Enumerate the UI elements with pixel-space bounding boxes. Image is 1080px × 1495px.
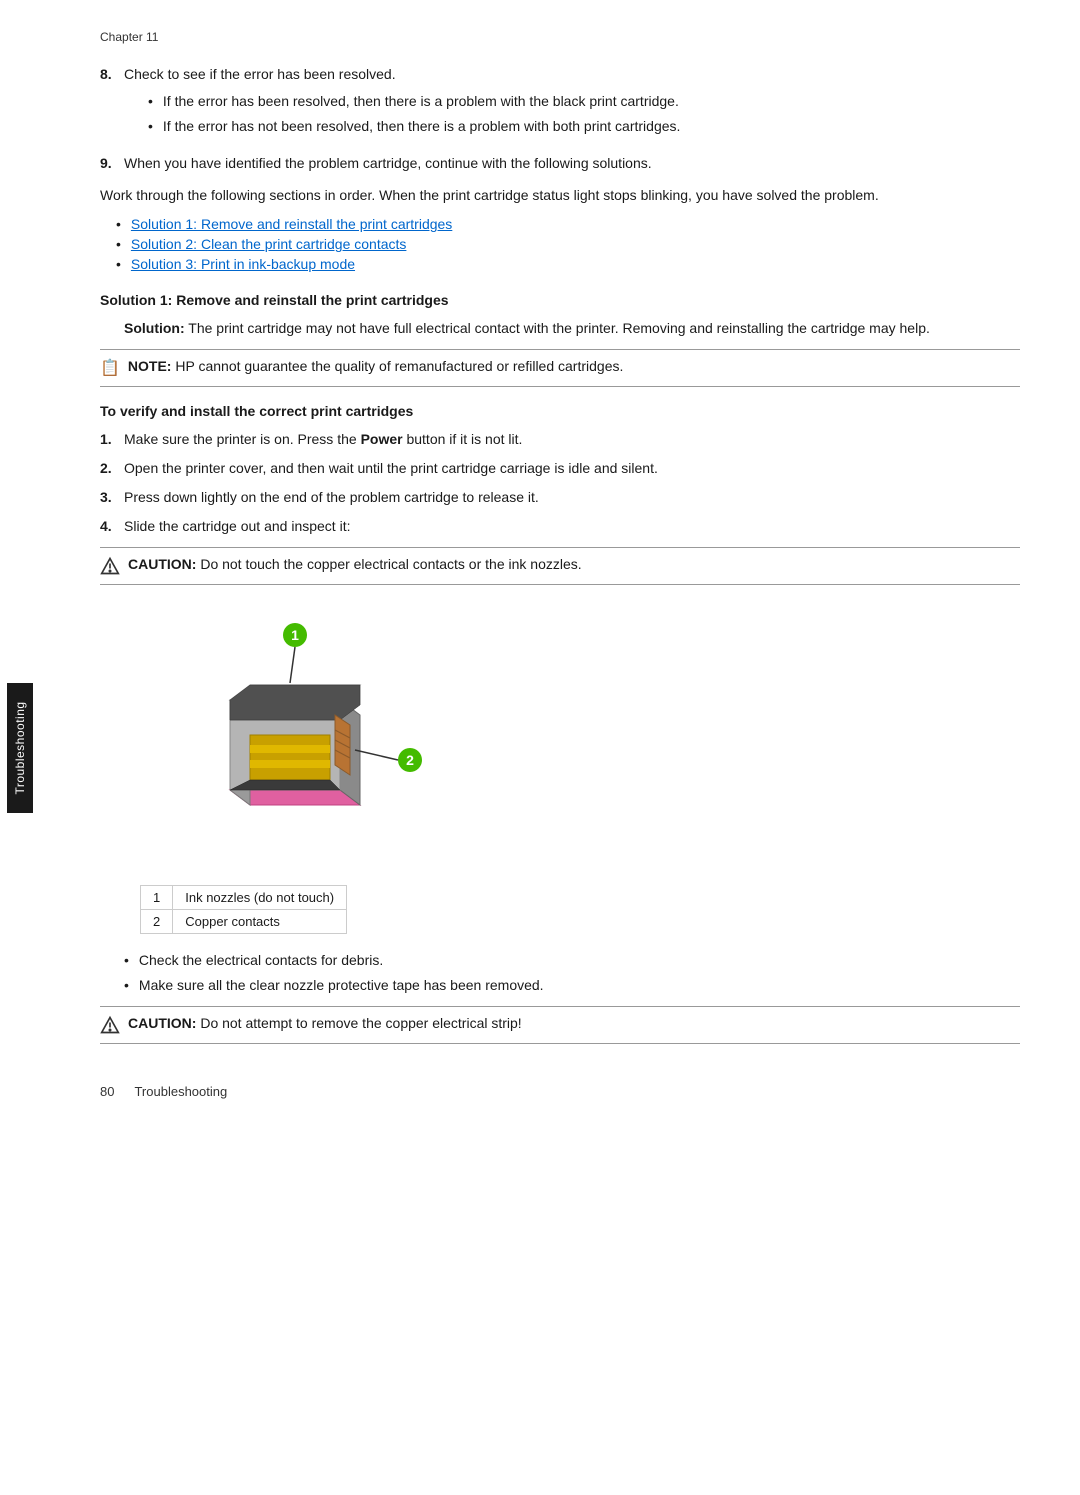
caution-1-text: Do not touch the copper electrical conta… [196, 556, 581, 572]
parts-num-2: 2 [141, 910, 173, 934]
step-9-text: When you have identified the problem car… [124, 155, 652, 171]
verify-heading: To verify and install the correct print … [100, 403, 1020, 419]
page-footer: 80 Troubleshooting [100, 1084, 1020, 1099]
side-tab: Troubleshooting [7, 683, 33, 813]
chapter-label: Chapter 11 [100, 30, 158, 44]
check-bullet-2-text: Make sure all the clear nozzle protectiv… [139, 975, 544, 996]
caution-2-text: Do not attempt to remove the copper elec… [196, 1015, 521, 1031]
parts-row-2: 2 Copper contacts [141, 910, 347, 934]
caution-triangle-icon-2 [100, 1015, 120, 1035]
step-9-number: 9. [100, 153, 124, 174]
link-solution-2[interactable]: Solution 2: Clean the print cartridge co… [131, 236, 407, 252]
caution-2-label: CAUTION: [128, 1015, 196, 1031]
step-8-bullet-1: If the error has been resolved, then the… [148, 91, 1020, 112]
parts-row-1: 1 Ink nozzles (do not touch) [141, 886, 347, 910]
note-box: 📋 NOTE: HP cannot guarantee the quality … [100, 349, 1020, 387]
caution-1-label: CAUTION: [128, 556, 196, 572]
step-4-num: 4. [100, 516, 124, 537]
parts-table: 1 Ink nozzles (do not touch) 2 Copper co… [140, 885, 347, 934]
link-item-2[interactable]: Solution 2: Clean the print cartridge co… [116, 236, 1020, 252]
parts-num-1: 1 [141, 886, 173, 910]
step-3-num: 3. [100, 487, 124, 508]
caution-2-content: CAUTION: Do not attempt to remove the co… [128, 1015, 522, 1031]
link-solution-3[interactable]: Solution 3: Print in ink-backup mode [131, 256, 355, 272]
step-9: 9. When you have identified the problem … [100, 153, 1020, 174]
side-tab-label: Troubleshooting [13, 701, 27, 794]
step-3-content: Press down lightly on the end of the pro… [124, 487, 1020, 508]
step-2-content: Open the printer cover, and then wait un… [124, 458, 1020, 479]
note-label: NOTE: [128, 358, 172, 374]
step-1-num: 1. [100, 429, 124, 450]
note-content: NOTE: HP cannot guarantee the quality of… [128, 358, 623, 374]
check-bullet-1-text: Check the electrical contacts for debris… [139, 950, 383, 971]
step-8-number: 8. [100, 64, 124, 143]
parts-label-1: Ink nozzles (do not touch) [173, 886, 347, 910]
solution-paragraph: Solution: The print cartridge may not ha… [124, 318, 1020, 339]
step-2-num: 2. [100, 458, 124, 479]
step-4-content: Slide the cartridge out and inspect it: [124, 516, 1020, 537]
solution-label: Solution: [124, 320, 185, 336]
cartridge-svg: 1 2 [140, 605, 460, 845]
step-8-text: Check to see if the error has been resol… [124, 66, 396, 82]
link-solution-1[interactable]: Solution 1: Remove and reinstall the pri… [131, 216, 452, 232]
chapter-header: Chapter 11 [100, 30, 1020, 44]
caution-box-2: CAUTION: Do not attempt to remove the co… [100, 1006, 1020, 1044]
note-text: HP cannot guarantee the quality of reman… [171, 358, 623, 374]
step-8-bullet-1-text: If the error has been resolved, then the… [163, 91, 679, 112]
cartridge-illustration: 1 2 [140, 605, 480, 865]
step-2: 2. Open the printer cover, and then wait… [100, 458, 1020, 479]
footer-chapter: Troubleshooting [134, 1084, 227, 1099]
check-bullet-1: Check the electrical contacts for debris… [124, 950, 1020, 971]
step-8-content: Check to see if the error has been resol… [124, 64, 1020, 143]
caution-1-content: CAUTION: Do not touch the copper electri… [128, 556, 582, 572]
step-1-content: Make sure the printer is on. Press the P… [124, 429, 1020, 450]
caution-triangle-icon-1 [100, 556, 120, 576]
link-item-3[interactable]: Solution 3: Print in ink-backup mode [116, 256, 1020, 272]
step-8-bullets: If the error has been resolved, then the… [148, 91, 1020, 137]
link-item-1[interactable]: Solution 1: Remove and reinstall the pri… [116, 216, 1020, 232]
parts-label-2: Copper contacts [173, 910, 347, 934]
intro-paragraph: Work through the following sections in o… [100, 184, 1020, 206]
svg-text:1: 1 [291, 627, 299, 643]
step-3: 3. Press down lightly on the end of the … [100, 487, 1020, 508]
step-8-bullet-2: If the error has not been resolved, then… [148, 116, 1020, 137]
solution-text: The print cartridge may not have full el… [185, 320, 930, 336]
step-8-bullet-2-text: If the error has not been resolved, then… [163, 116, 681, 137]
check-bullet-2: Make sure all the clear nozzle protectiv… [124, 975, 1020, 996]
page-number: 80 [100, 1084, 114, 1099]
section-heading: Solution 1: Remove and reinstall the pri… [100, 292, 1020, 308]
link-list: Solution 1: Remove and reinstall the pri… [116, 216, 1020, 272]
note-icon: 📋 [100, 358, 120, 378]
step-4: 4. Slide the cartridge out and inspect i… [100, 516, 1020, 537]
check-bullets: Check the electrical contacts for debris… [124, 950, 1020, 996]
caution-box-1: CAUTION: Do not touch the copper electri… [100, 547, 1020, 585]
step-8: 8. Check to see if the error has been re… [100, 64, 1020, 143]
step-9-content: When you have identified the problem car… [124, 153, 1020, 174]
svg-text:2: 2 [406, 752, 414, 768]
step-1: 1. Make sure the printer is on. Press th… [100, 429, 1020, 450]
